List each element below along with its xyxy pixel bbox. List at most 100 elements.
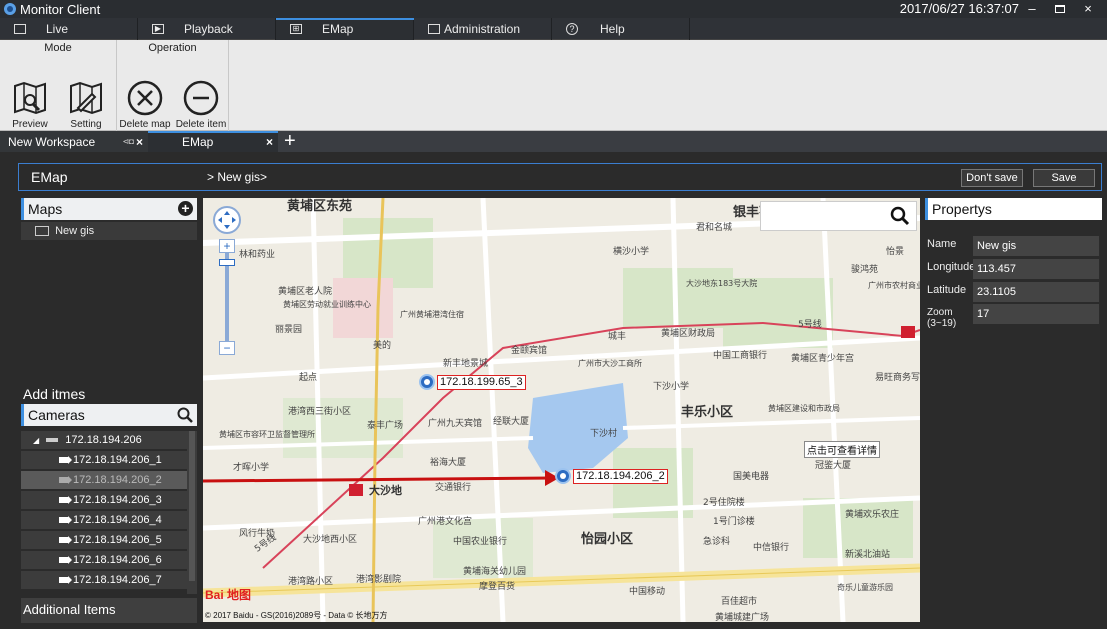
search-icon[interactable] [177, 407, 193, 423]
zoom-thumb[interactable] [219, 259, 235, 266]
add-tab-icon[interactable]: + [284, 131, 296, 152]
property-longitude-row: Longitude 113.457 [925, 259, 1102, 279]
zoom-out-button[interactable]: − [219, 341, 235, 355]
map-icon: ⊞ [290, 24, 302, 34]
tree-item-new-gis[interactable]: New gis [21, 222, 197, 240]
property-key: Zoom (3~19) [927, 307, 957, 329]
property-latitude-input[interactable]: 23.1105 [973, 282, 1099, 302]
map-label: 起点 [299, 373, 318, 383]
list-item-camera[interactable]: 172.18.194.206_5 [21, 531, 187, 549]
delete-circle-x-icon [127, 80, 163, 116]
camera-marker[interactable]: 172.18.199.65_3 [419, 374, 526, 390]
delete-item-button-label: Delete item [175, 119, 227, 130]
map-label: 横沙小学 [613, 247, 650, 257]
map-label: 下沙小学 [653, 382, 690, 392]
map-label: 1号门诊楼 [713, 517, 755, 527]
property-longitude-input[interactable]: 113.457 [973, 259, 1099, 279]
cameras-title: Cameras [28, 407, 85, 423]
camera-icon [59, 456, 72, 464]
property-name-input[interactable]: New gis [973, 236, 1099, 256]
save-button[interactable]: Save [1033, 169, 1095, 187]
map-label: 黄埔区东苑 [287, 199, 353, 214]
dont-save-button[interactable]: Don't save [961, 169, 1023, 187]
map-label: 金颐宾馆 [511, 346, 548, 356]
list-item-camera[interactable]: 172.18.194.206_1 [21, 451, 187, 469]
list-item-camera-selected[interactable]: 172.18.194.206_2 [21, 471, 187, 489]
folder-icon [428, 24, 440, 34]
minimize-button[interactable]: – [1019, 0, 1045, 18]
map-label: 黄埔区市容环卫监督管理所 [219, 430, 315, 439]
monitor-icon [14, 24, 26, 34]
map-label: 美的 [373, 341, 392, 351]
map-label: 骏鸿苑 [851, 265, 879, 275]
tab-new-workspace[interactable]: New Workspace ⊲◘ × [0, 131, 148, 152]
tab-emap-label: EMap [322, 22, 354, 36]
camera-list-scrollbar[interactable] [187, 431, 197, 594]
list-item-camera[interactable]: 172.18.194.206_6 [21, 551, 187, 569]
map-tooltip: 点击可查看详情 [804, 441, 880, 458]
map-search-input[interactable] [760, 201, 917, 231]
setting-button[interactable]: Setting [58, 74, 114, 130]
list-item-camera[interactable]: 172.18.194.206_7 [21, 571, 187, 589]
camera-pin-icon [555, 468, 571, 484]
delete-circle-minus-icon [183, 80, 219, 116]
tab-live-label: Live [46, 22, 69, 36]
ribbon-group-mode: Mode Preview Setting [0, 40, 117, 131]
map-label: 下沙村 [590, 429, 618, 439]
tab-emap[interactable]: ⊞ EMap [276, 18, 414, 40]
camera-icon [59, 536, 72, 544]
camera-icon [59, 556, 72, 564]
add-map-icon[interactable]: + [178, 201, 193, 216]
breadcrumb: > New gis> [207, 170, 268, 184]
property-key: Longitude [927, 261, 976, 273]
pin-icon[interactable]: ⊲◘ [122, 137, 134, 146]
zoom-track[interactable] [225, 253, 229, 341]
map-label: 港湾西三街小区 [288, 407, 352, 417]
search-icon[interactable] [890, 206, 910, 226]
camera-label: 172.18.194.206_3 [73, 494, 162, 506]
expand-icon[interactable]: ◢ [33, 436, 39, 445]
map-label: 广州市农村商业银行 [868, 281, 920, 290]
list-item-camera[interactable]: 172.18.194.206_3 [21, 491, 187, 509]
cameras-section-title: Cameras [21, 404, 197, 426]
map-label: 城丰 [608, 332, 627, 342]
map-view[interactable]: + − 黄埔区东苑 银丰花园 君和名城 怡景 骏鸿苑 横沙小学 林和药业 黄埔区… [203, 198, 920, 622]
property-zoom-input[interactable]: 17 [973, 304, 1099, 324]
map-label: 中国工商银行 [713, 351, 768, 361]
close-window-button[interactable]: × [1075, 0, 1101, 18]
datetime-display: 2017/06/27 16:37:07 [899, 1, 1019, 16]
map-tree-icon [35, 226, 49, 237]
pan-control-icon[interactable] [213, 206, 241, 234]
tab-help[interactable]: ? Help [552, 18, 690, 40]
workspace-tabs: New Workspace ⊲◘ × EMap × + [0, 131, 1107, 152]
maximize-button[interactable] [1047, 0, 1073, 18]
map-label: 才晖小学 [233, 463, 270, 473]
map-label: 中国移动 [629, 587, 666, 597]
camera-label: 172.18.194.206_7 [73, 574, 162, 586]
tab-emap-workspace[interactable]: EMap × [148, 131, 278, 152]
close-tab-icon[interactable]: × [266, 135, 273, 149]
zoom-slider[interactable]: + − [219, 239, 235, 355]
zoom-in-button[interactable]: + [219, 239, 235, 253]
tab-playback[interactable]: ▶ Playback [138, 18, 276, 40]
preview-button[interactable]: Preview [5, 74, 55, 130]
delete-item-button[interactable]: Delete item [173, 74, 229, 130]
map-label: 黄埔区建设和市政局 [768, 404, 840, 413]
map-label: 港湾路小区 [288, 577, 334, 587]
map-nav-control[interactable]: + − [213, 206, 241, 355]
scrollbar-thumb[interactable] [189, 431, 195, 581]
tab-live[interactable]: Live [0, 18, 138, 40]
additional-items-header[interactable]: Additional Items [21, 598, 197, 623]
map-label: 新丰地景城 [443, 359, 489, 369]
tab-administration[interactable]: Administration [414, 18, 552, 40]
properties-section-title: Propertys [925, 198, 1102, 220]
list-item-camera[interactable]: 172.18.194.206_4 [21, 511, 187, 529]
delete-map-button[interactable]: Delete map [117, 74, 173, 130]
close-tab-icon[interactable]: × [136, 135, 143, 149]
list-item-device[interactable]: ◢ 172.18.194.206 [21, 431, 187, 449]
map-label: 丽景园 [275, 325, 303, 335]
map-label: 黄埔区青少年宫 [791, 354, 855, 364]
camera-marker[interactable]: 172.18.194.206_2 [555, 468, 668, 484]
map-label: 广州九天宾馆 [428, 419, 483, 429]
map-label: 林和药业 [239, 250, 276, 260]
